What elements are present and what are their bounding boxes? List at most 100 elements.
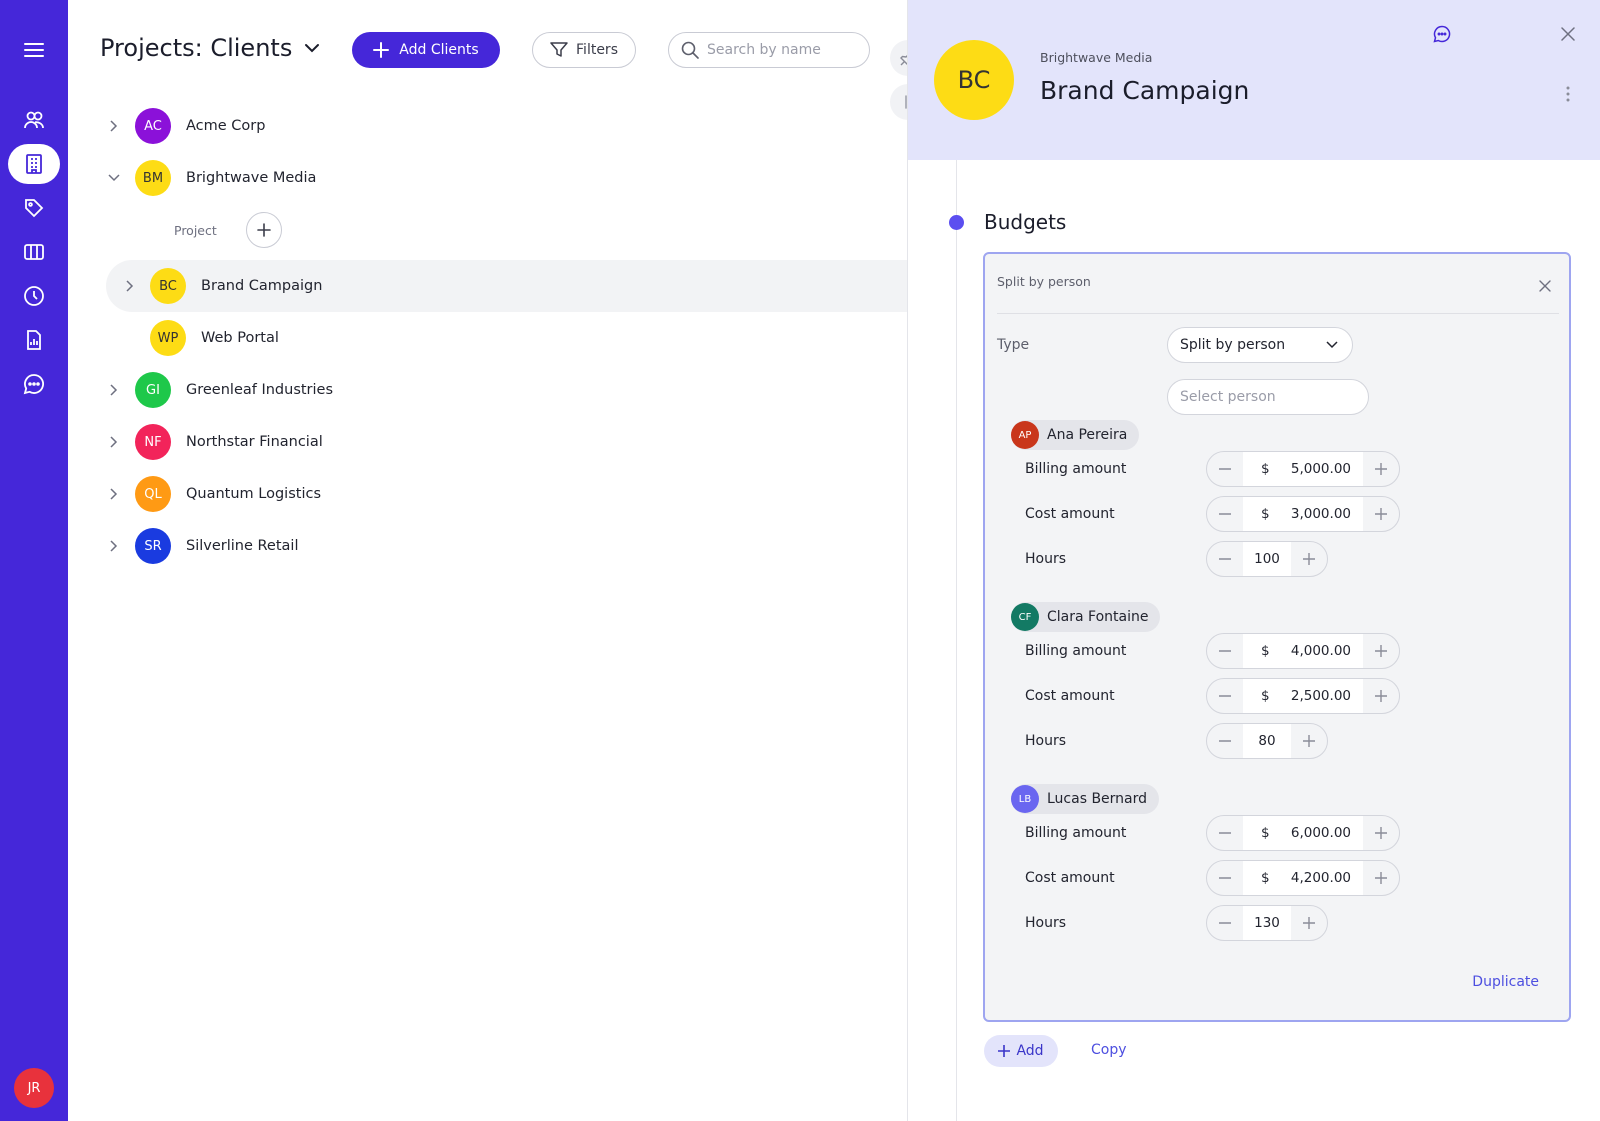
client-name[interactable]: Brightwave Media [186,170,316,186]
chat-icon[interactable] [8,364,60,404]
project-name[interactable]: Brand Campaign [201,278,322,294]
comment-button[interactable] [1428,20,1456,48]
currency-symbol: $ [1261,688,1270,704]
client-row[interactable]: BM Brightwave Media [68,152,907,204]
duplicate-button[interactable]: Duplicate [1472,974,1539,990]
hours-value[interactable]: 80 [1243,724,1291,758]
billing-value[interactable]: 6,000.00 [1291,825,1351,841]
person-picker [1167,379,1369,415]
add-clients-label: Add Clients [399,42,479,58]
more-options-button[interactable] [1554,80,1582,108]
building-icon[interactable] [8,144,60,184]
minus-icon[interactable] [1207,816,1243,850]
client-name[interactable]: Quantum Logistics [186,486,321,502]
hours-value[interactable]: 130 [1243,906,1291,940]
minus-icon[interactable] [1207,861,1243,895]
cost-label: Cost amount [1025,506,1115,522]
main-content: Projects: Clients Add Clients Filters AC… [68,0,907,1121]
client-row[interactable]: NF Northstar Financial [68,416,907,468]
project-row-selected[interactable]: BC Brand Campaign [106,260,907,312]
billing-value[interactable]: 4,000.00 [1291,643,1351,659]
hours-stepper: 130 [1206,905,1328,941]
billing-value[interactable]: 5,000.00 [1291,461,1351,477]
cost-value[interactable]: 3,000.00 [1291,506,1351,522]
chevron-right-icon[interactable] [104,116,124,136]
plus-icon[interactable] [1291,724,1327,758]
menu-icon[interactable] [8,30,60,70]
project-avatar: WP [150,320,186,356]
select-person-input[interactable] [1180,380,1356,414]
client-name[interactable]: Northstar Financial [186,434,323,450]
chevron-right-icon[interactable] [104,484,124,504]
client-row[interactable]: AC Acme Corp [68,100,907,152]
hours-label: Hours [1025,733,1067,749]
chevron-right-icon[interactable] [104,380,124,400]
chevron-right-icon[interactable] [104,536,124,556]
plus-icon[interactable] [1363,816,1399,850]
columns-icon[interactable] [8,232,60,272]
client-avatar: NF [135,424,171,460]
plus-icon [257,223,271,237]
client-row[interactable]: QL Quantum Logistics [68,468,907,520]
client-name[interactable]: Silverline Retail [186,538,298,554]
project-row[interactable]: WP Web Portal [68,312,907,364]
project-name[interactable]: Web Portal [201,330,279,346]
hours-value[interactable]: 100 [1243,542,1291,576]
add-label: Add [1016,1043,1044,1059]
page-header: Projects: Clients Add Clients Filters [68,28,907,72]
clock-icon[interactable] [8,276,60,316]
user-avatar[interactable]: JR [14,1068,54,1108]
client-name[interactable]: Greenleaf Industries [186,382,333,398]
cost-label: Cost amount [1025,688,1115,704]
project-avatar: BC [150,268,186,304]
people-icon[interactable] [8,100,60,140]
tag-icon[interactable] [8,188,60,228]
minus-icon[interactable] [1207,452,1243,486]
plus-icon[interactable] [1291,542,1327,576]
cost-value[interactable]: 2,500.00 [1291,688,1351,704]
add-clients-button[interactable]: Add Clients [352,32,500,68]
chevron-right-icon[interactable] [120,276,140,296]
report-icon[interactable] [8,320,60,360]
close-panel-button[interactable] [1554,20,1582,48]
minus-icon[interactable] [1207,542,1243,576]
plus-icon[interactable] [1363,497,1399,531]
person-chip[interactable]: LB Lucas Bernard [1011,784,1160,814]
copy-button[interactable]: Copy [1091,1042,1127,1058]
client-subtitle[interactable]: Brightwave Media [1040,50,1152,65]
chevron-down-icon[interactable] [104,168,124,188]
plus-icon[interactable] [1363,452,1399,486]
person-avatar: CF [1011,603,1039,631]
billing-label: Billing amount [1025,461,1127,477]
budget-card: Split by person Type Split by person AP … [983,252,1571,1022]
minus-icon[interactable] [1207,634,1243,668]
plus-icon[interactable] [1363,634,1399,668]
minus-icon[interactable] [1207,724,1243,758]
client-name[interactable]: Acme Corp [186,118,265,134]
client-row[interactable]: GI Greenleaf Industries [68,364,907,416]
project-column-label: Project [174,222,217,238]
cost-value[interactable]: 4,200.00 [1291,870,1351,886]
plus-icon [373,42,390,58]
plus-icon[interactable] [1291,906,1327,940]
filters-button[interactable]: Filters [532,32,636,68]
minus-icon[interactable] [1207,906,1243,940]
cost-stepper: $2,500.00 [1206,678,1400,714]
person-chip[interactable]: AP Ana Pereira [1011,420,1140,450]
add-budget-button[interactable]: Add [984,1035,1058,1067]
add-project-button[interactable] [246,212,282,248]
minus-icon[interactable] [1207,497,1243,531]
person-chip[interactable]: CF Clara Fontaine [1011,602,1161,632]
chevron-right-icon[interactable] [104,432,124,452]
plus-icon[interactable] [1363,861,1399,895]
search-input[interactable] [707,42,857,58]
type-select[interactable]: Split by person [1167,327,1353,363]
client-row[interactable]: SR Silverline Retail [68,520,907,572]
person-name: Ana Pereira [1047,427,1128,443]
close-card-button[interactable] [1531,272,1559,300]
page-title[interactable]: Projects: Clients [100,34,320,62]
currency-symbol: $ [1261,461,1270,477]
billing-stepper: $4,000.00 [1206,633,1400,669]
plus-icon[interactable] [1363,679,1399,713]
minus-icon[interactable] [1207,679,1243,713]
